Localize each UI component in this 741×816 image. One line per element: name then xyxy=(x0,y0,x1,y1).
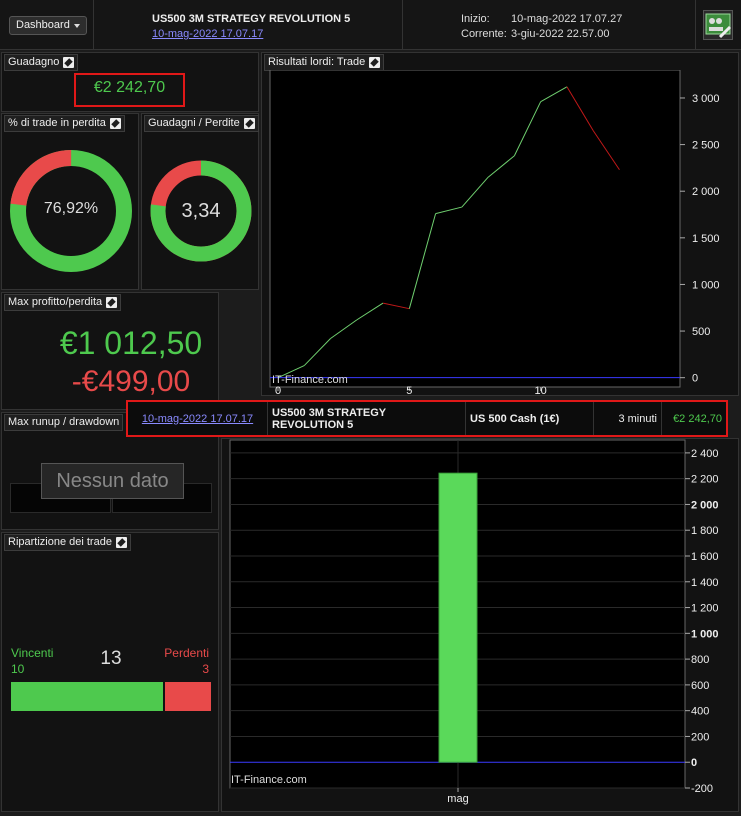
max-loss-value: -€499,00 xyxy=(71,365,191,398)
losers-count: 3 xyxy=(202,662,209,676)
losing-trades-pct: 76,92% xyxy=(43,200,99,217)
gain-loss-panel: Guadagni / Perdite 3,34 xyxy=(141,113,259,290)
wrench-icon[interactable] xyxy=(63,57,75,68)
x-tick-label: 5 xyxy=(406,385,412,395)
wrench-icon[interactable] xyxy=(243,118,255,129)
winners-bar xyxy=(11,682,164,711)
losers-bar xyxy=(165,682,211,711)
x-tick-label: 10 xyxy=(535,385,547,395)
start-label: Inizio: xyxy=(461,13,490,25)
trade-row[interactable]: 10-mag-2022 17.07.17 US500 3M STRATEGY R… xyxy=(126,400,728,437)
no-data-label: Nessun dato xyxy=(41,463,184,499)
runup-drawdown-title-text: Max runup / drawdown xyxy=(8,416,120,428)
gain-loss-ratio: 3,34 xyxy=(181,200,221,222)
divider xyxy=(93,0,94,50)
dashboard-label: Dashboard xyxy=(16,19,70,31)
divider xyxy=(695,0,696,50)
trade-breakdown-title: Ripartizione dei trade xyxy=(4,534,131,551)
y-tick-label: 1 400 xyxy=(691,577,719,589)
y-tick-label: 2 400 xyxy=(691,448,719,460)
results-chart-title: Risultati lordi: Trade xyxy=(264,54,385,71)
trade-breakdown-panel: Ripartizione dei trade Vincenti 10 13 Pe… xyxy=(1,532,219,812)
results-line-chart: 0 500 1 000 1 500 2 000 2 500 3 000 0 5 10 xyxy=(269,70,720,395)
y-tick-label: 2 000 xyxy=(691,499,719,511)
gain-loss-title-text: Guadagni / Perdite xyxy=(148,117,240,129)
runup-drawdown-title: Max runup / drawdown xyxy=(4,414,124,431)
gain-panel-title: Guadagno xyxy=(4,54,79,71)
y-tick-label: 1 000 xyxy=(691,628,719,640)
wrench-icon[interactable] xyxy=(369,57,381,68)
strategy-date-link[interactable]: 10-mag-2022 17.07.17 xyxy=(152,28,263,40)
losing-trades-panel: % di trade in perdita 76,92% xyxy=(1,113,139,290)
wrench-icon[interactable] xyxy=(109,118,121,129)
y-tick-label: -200 xyxy=(691,783,713,795)
dashboard-dropdown[interactable]: Dashboard xyxy=(9,16,87,35)
x-tick-label: mag xyxy=(447,793,468,805)
y-tick-label: 0 xyxy=(691,757,697,769)
gain-panel: Guadagno €2 242,70 xyxy=(1,52,259,112)
gain-value: €2 242,70 xyxy=(93,79,166,96)
trade-duration: 3 minuti xyxy=(594,402,662,435)
y-tick-label: 800 xyxy=(691,654,709,666)
watermark-top: IT-Finance.com xyxy=(272,374,348,386)
strategy-tools-icon[interactable] xyxy=(703,10,733,40)
max-profit-loss-panel: Max profitto/perdita €1 012,50 -€499,00 xyxy=(1,292,219,410)
plot-area xyxy=(269,70,681,388)
wrench-icon[interactable] xyxy=(115,537,127,548)
y-tick-label: 2 500 xyxy=(692,140,720,152)
top-bar: Dashboard US500 3M STRATEGY REVOLUTION 5… xyxy=(0,0,741,50)
watermark-bottom: IT-Finance.com xyxy=(231,774,307,786)
results-chart-title-text: Risultati lordi: Trade xyxy=(268,56,366,68)
trade-gain: €2 242,70 xyxy=(673,412,722,425)
y-tick-label: 0 xyxy=(692,373,698,385)
losing-trades-title: % di trade in perdita xyxy=(4,115,125,132)
y-tick-label: 500 xyxy=(692,326,710,338)
y-tick-label: 1 500 xyxy=(692,233,720,245)
gain-bar-chart: -200 0 200 400 600 800 1 000 1 200 1 400 1 600 1 8… xyxy=(229,439,719,805)
strategy-title: US500 3M STRATEGY REVOLUTION 5 xyxy=(152,13,351,25)
losing-trades-title-text: % di trade in perdita xyxy=(8,117,106,129)
current-label: Corrente: xyxy=(461,28,507,40)
start-value: 10-mag-2022 17.07.27 xyxy=(511,13,623,25)
y-tick-label: 1 200 xyxy=(691,603,719,615)
y-tick-label: 400 xyxy=(691,706,709,718)
win-loss-bar xyxy=(11,682,211,711)
gain-bar xyxy=(438,472,478,763)
y-tick-label: 200 xyxy=(691,731,709,743)
trade-strategy: US500 3M STRATEGY REVOLUTION 5 xyxy=(268,402,466,435)
y-tick-label: 3 000 xyxy=(692,93,720,105)
current-value: 3-giu-2022 22.57.00 xyxy=(511,28,610,40)
wrench-icon[interactable] xyxy=(106,297,118,308)
gain-loss-title: Guadagni / Perdite xyxy=(144,115,259,132)
y-tick-label: 600 xyxy=(691,680,709,692)
y-tick-label: 2 000 xyxy=(692,186,720,198)
gain-title-text: Guadagno xyxy=(8,56,60,68)
x-tick-label: 0 xyxy=(275,385,281,395)
max-profit-loss-title-text: Max profitto/perdita xyxy=(8,296,103,308)
y-tick-label: 1 600 xyxy=(691,551,719,563)
divider xyxy=(402,0,403,50)
trade-instrument: US 500 Cash (1€) xyxy=(466,402,594,435)
max-profit-value: €1 012,50 xyxy=(59,325,203,361)
losers-label: Perdenti xyxy=(164,646,209,660)
max-profit-loss-title: Max profitto/perdita xyxy=(4,294,122,311)
y-tick-label: 1 800 xyxy=(691,525,719,537)
chevron-down-icon xyxy=(73,23,80,28)
y-tick-label: 2 200 xyxy=(691,474,719,486)
y-tick-label: 1 000 xyxy=(692,279,720,291)
trade-breakdown-title-text: Ripartizione dei trade xyxy=(8,536,112,548)
trade-date-link[interactable]: 10-mag-2022 17.07.17 xyxy=(128,402,268,435)
